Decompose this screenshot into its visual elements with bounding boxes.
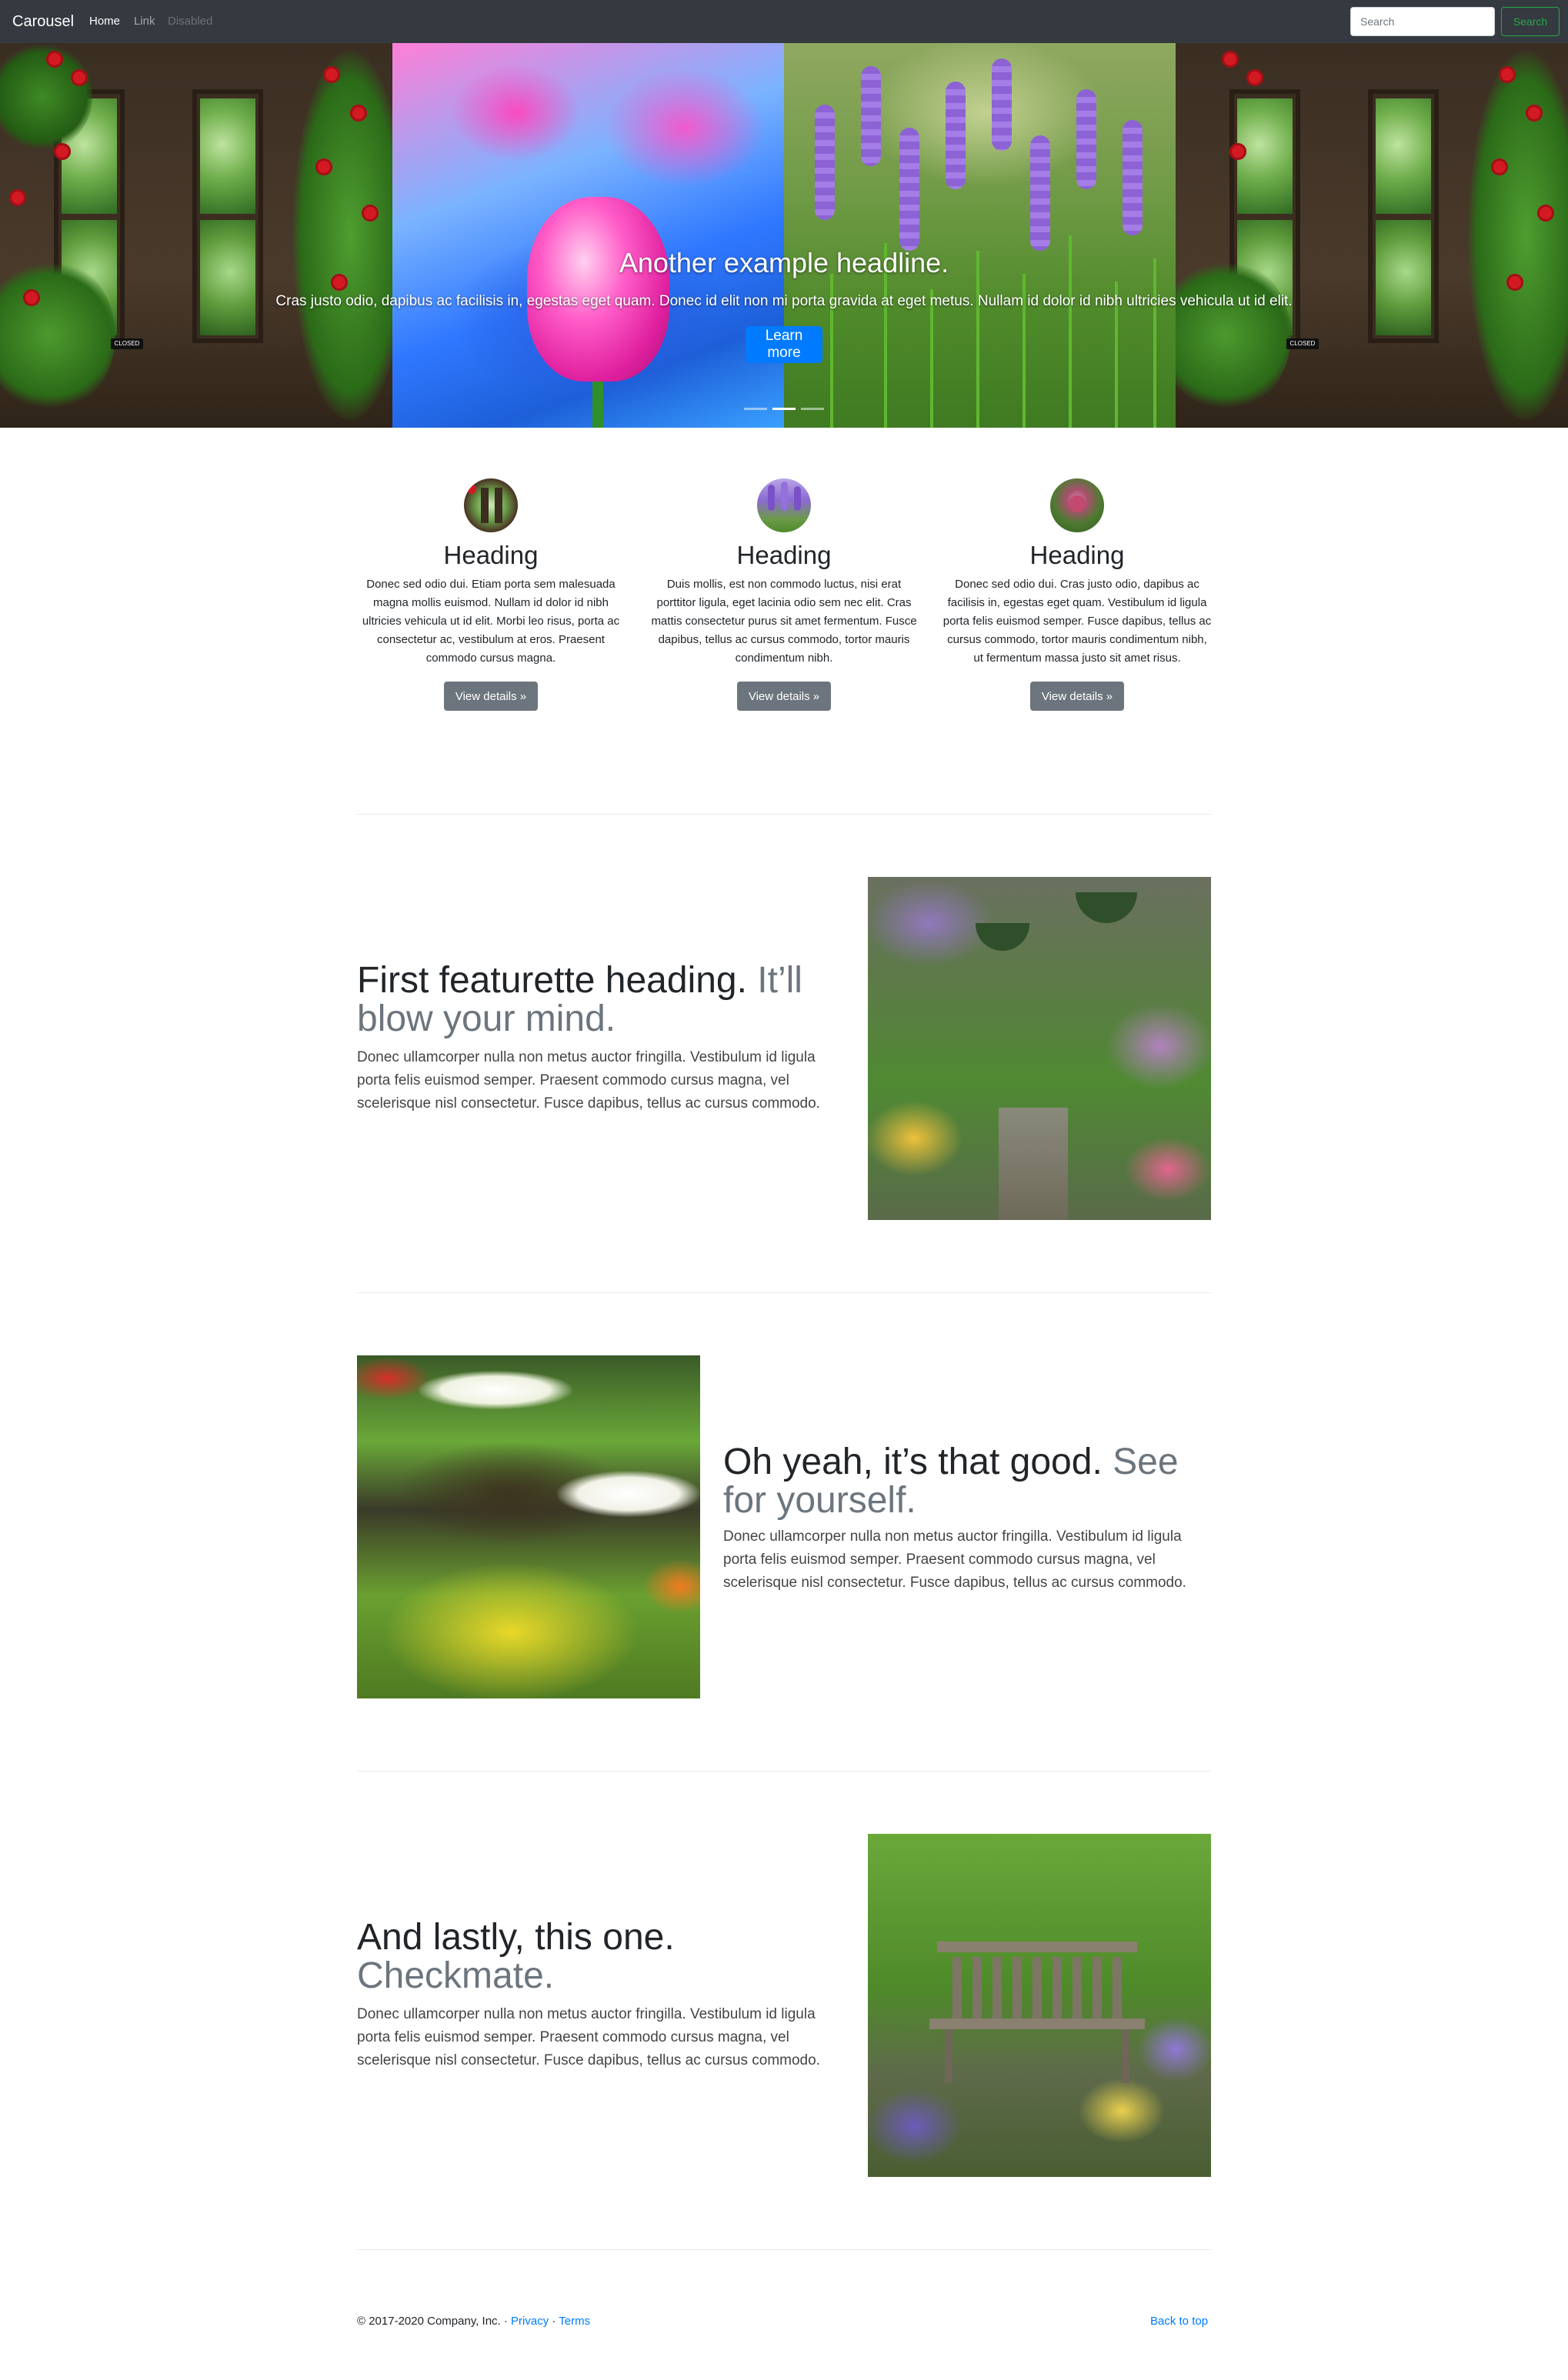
column-3-view-details-button[interactable]: View details » [1029, 682, 1125, 711]
marketing-column-3: Heading Donec sed odio dui. Cras justo o… [942, 478, 1212, 711]
learn-more-button[interactable]: Learn more [746, 326, 822, 363]
search-input[interactable] [1350, 7, 1495, 36]
featurette-divider [357, 814, 1211, 815]
featurette-2-text: Donec ullamcorper nulla non metus auctor… [723, 1528, 1186, 1591]
featurette-3-heading: And lastly, this one. Checkmate. [357, 1918, 834, 1995]
marketing-column-1: Heading Donec sed odio dui. Etiam porta … [356, 478, 626, 711]
footer-separator: · [549, 2315, 559, 2328]
nav-link-disabled: Disabled [168, 15, 213, 28]
carousel: CLOSED CLOSED Another example headline. … [0, 43, 1568, 428]
column-2-view-details-button[interactable]: View details » [736, 682, 832, 711]
column-2-thumbnail [757, 478, 811, 532]
featurette-1-image [868, 877, 1211, 1220]
featurette-2-heading: Oh yeah, it’s that good. See for yoursel… [723, 1443, 1211, 1520]
featurette-divider [357, 1771, 1211, 1772]
back-to-top-link[interactable]: Back to top [1150, 2312, 1208, 2331]
footer-privacy-link[interactable]: Privacy [511, 2315, 549, 2328]
carousel-indicator-2[interactable] [772, 408, 796, 410]
column-2-text: Duis mollis, est non commodo luctus, nis… [651, 578, 917, 665]
column-3-thumbnail [1050, 478, 1104, 532]
featurette-divider [357, 1292, 1211, 1293]
featurette-1-heading: First featurette heading. It’ll blow you… [357, 962, 834, 1038]
featurette-3-text: Donec ullamcorper nulla non metus auctor… [357, 2006, 820, 2068]
search-button[interactable]: Search [1501, 7, 1560, 36]
featurette-1-text: Donec ullamcorper nulla non metus auctor… [357, 1049, 820, 1112]
featurette-3-image [868, 1834, 1211, 2177]
nav-link-link[interactable]: Link [134, 13, 155, 30]
footer-terms-link[interactable]: Terms [559, 2315, 590, 2328]
column-1-view-details-button[interactable]: View details » [443, 682, 539, 711]
column-1-heading: Heading [443, 541, 539, 569]
featurette-1-heading-text: First featurette heading. [357, 960, 747, 1001]
marketing-column-2: Heading Duis mollis, est non commodo luc… [649, 478, 919, 711]
featurette-3-heading-text: And lastly, this one. [357, 1917, 675, 1958]
footer-copyright: © 2017-2020 Company, Inc. · Privacy · Te… [357, 2312, 590, 2331]
carousel-headline: Another example headline. [619, 247, 949, 278]
featurette-2-image [357, 1355, 700, 1698]
column-1-text: Donec sed odio dui. Etiam porta sem male… [362, 578, 620, 665]
featurette-2-heading-text: Oh yeah, it’s that good. [723, 1442, 1103, 1482]
column-2-heading: Heading [736, 541, 832, 569]
carousel-text: Cras justo odio, dapibus ac facilisis in… [275, 293, 1293, 309]
featurette-3-heading-muted: Checkmate. [357, 1955, 555, 1996]
column-3-heading: Heading [1029, 541, 1125, 569]
featurette-divider [357, 2249, 1211, 2250]
navbar: Carousel Home Link Disabled Search [0, 0, 1568, 43]
carousel-indicator-1[interactable] [744, 408, 767, 410]
footer-copyright-text: © 2017-2020 Company, Inc. · [357, 2315, 512, 2328]
column-1-thumbnail [464, 478, 518, 532]
nav-link-home[interactable]: Home [89, 13, 120, 30]
navbar-brand[interactable]: Carousel [12, 11, 74, 32]
carousel-indicator-3[interactable] [801, 408, 824, 410]
column-3-text: Donec sed odio dui. Cras justo odio, dap… [942, 578, 1212, 665]
carousel-caption: Another example headline. Cras justo odi… [0, 43, 1568, 428]
